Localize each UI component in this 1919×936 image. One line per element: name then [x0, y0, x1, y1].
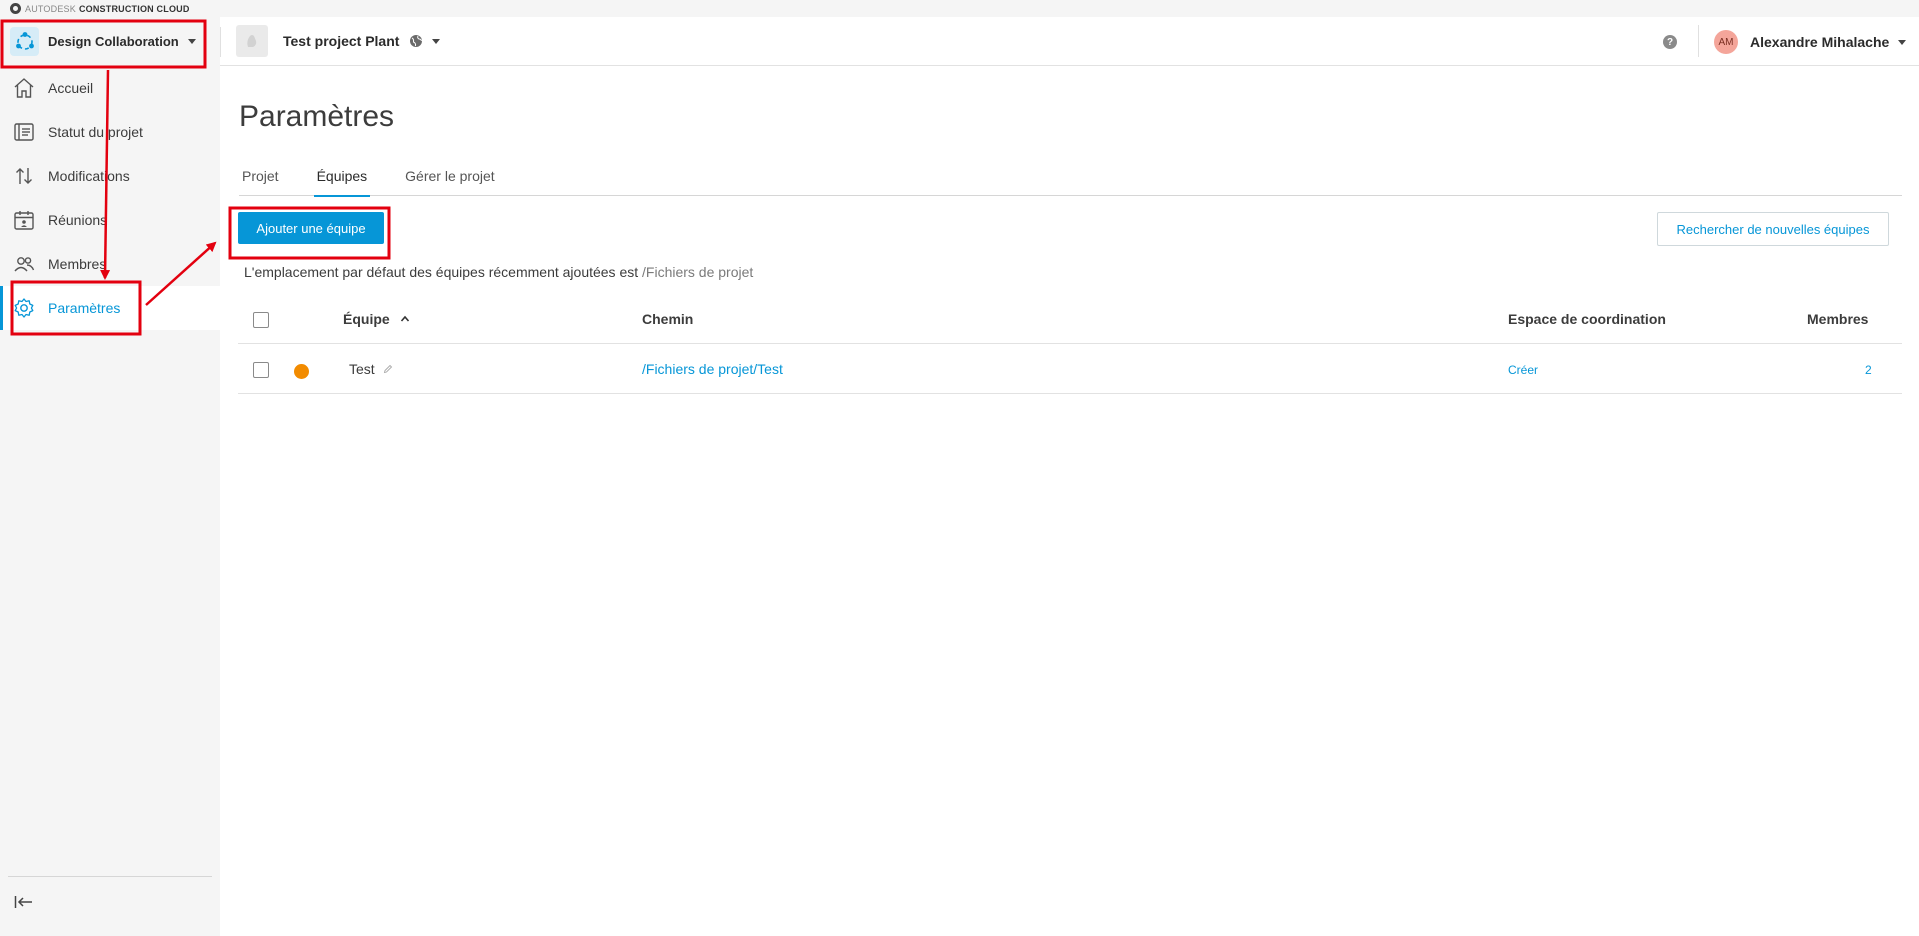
sidebar-item-label: Membres: [48, 256, 107, 272]
collapse-sidebar-button[interactable]: [12, 890, 36, 914]
avatar[interactable]: AM: [1714, 30, 1738, 54]
tab-equipes[interactable]: Équipes: [313, 164, 371, 197]
sidebar-item-accueil[interactable]: Accueil: [0, 66, 220, 110]
home-icon: [12, 76, 36, 100]
table-row: Test /Fichiers de projet/Test Créer 2: [238, 344, 1902, 394]
column-header-team[interactable]: Équipe: [343, 311, 410, 327]
column-header-path: Chemin: [642, 311, 694, 327]
header-divider: [1698, 25, 1699, 57]
page-title: Paramètres: [239, 100, 395, 133]
sidebar-item-membres[interactable]: Membres: [0, 242, 220, 286]
sidebar-item-parametres[interactable]: Paramètres: [0, 286, 220, 330]
design-collaboration-icon: [10, 27, 39, 56]
sidebar-item-label: Réunions: [48, 212, 108, 228]
brand-bar: AUTODESK CONSTRUCTION CLOUD: [0, 0, 1919, 17]
column-header-members: Membres: [1807, 311, 1869, 327]
project-name: Test project Plant: [283, 33, 400, 49]
settings-tabs: Projet Équipes Gérer le projet: [239, 164, 1902, 197]
search-new-teams-button[interactable]: Rechercher de nouvelles équipes: [1657, 212, 1889, 246]
column-header-team-label: Équipe: [343, 311, 390, 327]
team-name: Test: [349, 361, 375, 377]
main-content: Paramètres Projet Équipes Gérer le proje…: [220, 66, 1919, 936]
project-placeholder-icon: [247, 35, 257, 47]
project-thumbnail[interactable]: [236, 25, 268, 57]
gear-icon: [12, 296, 36, 320]
default-location-path: /Fichiers de projet: [642, 264, 754, 280]
calendar-meeting-icon: [12, 208, 36, 232]
chevron-down-icon: [1898, 39, 1907, 45]
tab-gerer-le-projet[interactable]: Gérer le projet: [402, 164, 497, 196]
project-selector[interactable]: Test project Plant: [283, 33, 441, 49]
sidebar-item-reunions[interactable]: Réunions: [0, 198, 220, 242]
select-all-checkbox[interactable]: [253, 312, 269, 328]
top-header: Test project Plant ? AM Alexandre Mihala…: [220, 17, 1919, 66]
brand-product: CONSTRUCTION CLOUD: [78, 3, 190, 14]
sidebar-item-label: Paramètres: [48, 300, 121, 316]
add-team-button[interactable]: Ajouter une équipe: [238, 212, 384, 244]
chevron-down-icon: [432, 38, 441, 44]
help-icon[interactable]: ?: [1663, 35, 1677, 49]
collapse-left-icon: [14, 896, 32, 908]
tab-projet[interactable]: Projet: [239, 164, 282, 196]
module-switcher[interactable]: Design Collaboration: [0, 17, 220, 66]
team-path-link[interactable]: /Fichiers de projet/Test: [642, 361, 783, 377]
default-location-note: L'emplacement par défaut des équipes réc…: [244, 264, 753, 280]
members-count-link[interactable]: 2: [1865, 363, 1872, 377]
user-name: Alexandre Mihalache: [1750, 34, 1890, 50]
table-header-row: Équipe Chemin Espace de coordination Mem…: [238, 294, 1902, 344]
create-coordination-link[interactable]: Créer: [1508, 363, 1538, 377]
sidebar-item-label: Accueil: [48, 80, 94, 96]
sidebar-nav: Accueil Statut du projet Modifications R…: [0, 66, 220, 330]
sidebar-divider: [8, 876, 212, 877]
globe-icon: [410, 35, 423, 47]
header-divider: [220, 27, 221, 57]
changes-arrows-icon: [12, 164, 36, 188]
sidebar-item-statut-du-projet[interactable]: Statut du projet: [0, 110, 220, 154]
autodesk-logo-icon: [10, 3, 21, 14]
sidebar-item-label: Statut du projet: [48, 124, 143, 140]
column-header-coordination: Espace de coordination: [1508, 311, 1666, 327]
user-menu[interactable]: Alexandre Mihalache: [1750, 34, 1907, 50]
members-icon: [12, 252, 36, 276]
team-cell: Test: [349, 361, 393, 377]
project-status-icon: [12, 120, 36, 144]
team-color-dot: [294, 364, 309, 379]
sidebar-item-label: Modifications: [48, 168, 130, 184]
sidebar-item-modifications[interactable]: Modifications: [0, 154, 220, 198]
teams-table: Équipe Chemin Espace de coordination Mem…: [238, 294, 1902, 394]
row-checkbox[interactable]: [253, 362, 269, 378]
edit-pencil-icon[interactable]: [383, 364, 393, 374]
brand-company: AUTODESK: [25, 3, 76, 14]
sidebar: Design Collaboration Accueil Statut du p…: [0, 17, 220, 936]
module-label: Design Collaboration: [48, 34, 179, 49]
sort-ascending-icon: [400, 315, 409, 322]
chevron-down-icon: [187, 39, 196, 44]
default-location-text: L'emplacement par défaut des équipes réc…: [244, 264, 643, 280]
